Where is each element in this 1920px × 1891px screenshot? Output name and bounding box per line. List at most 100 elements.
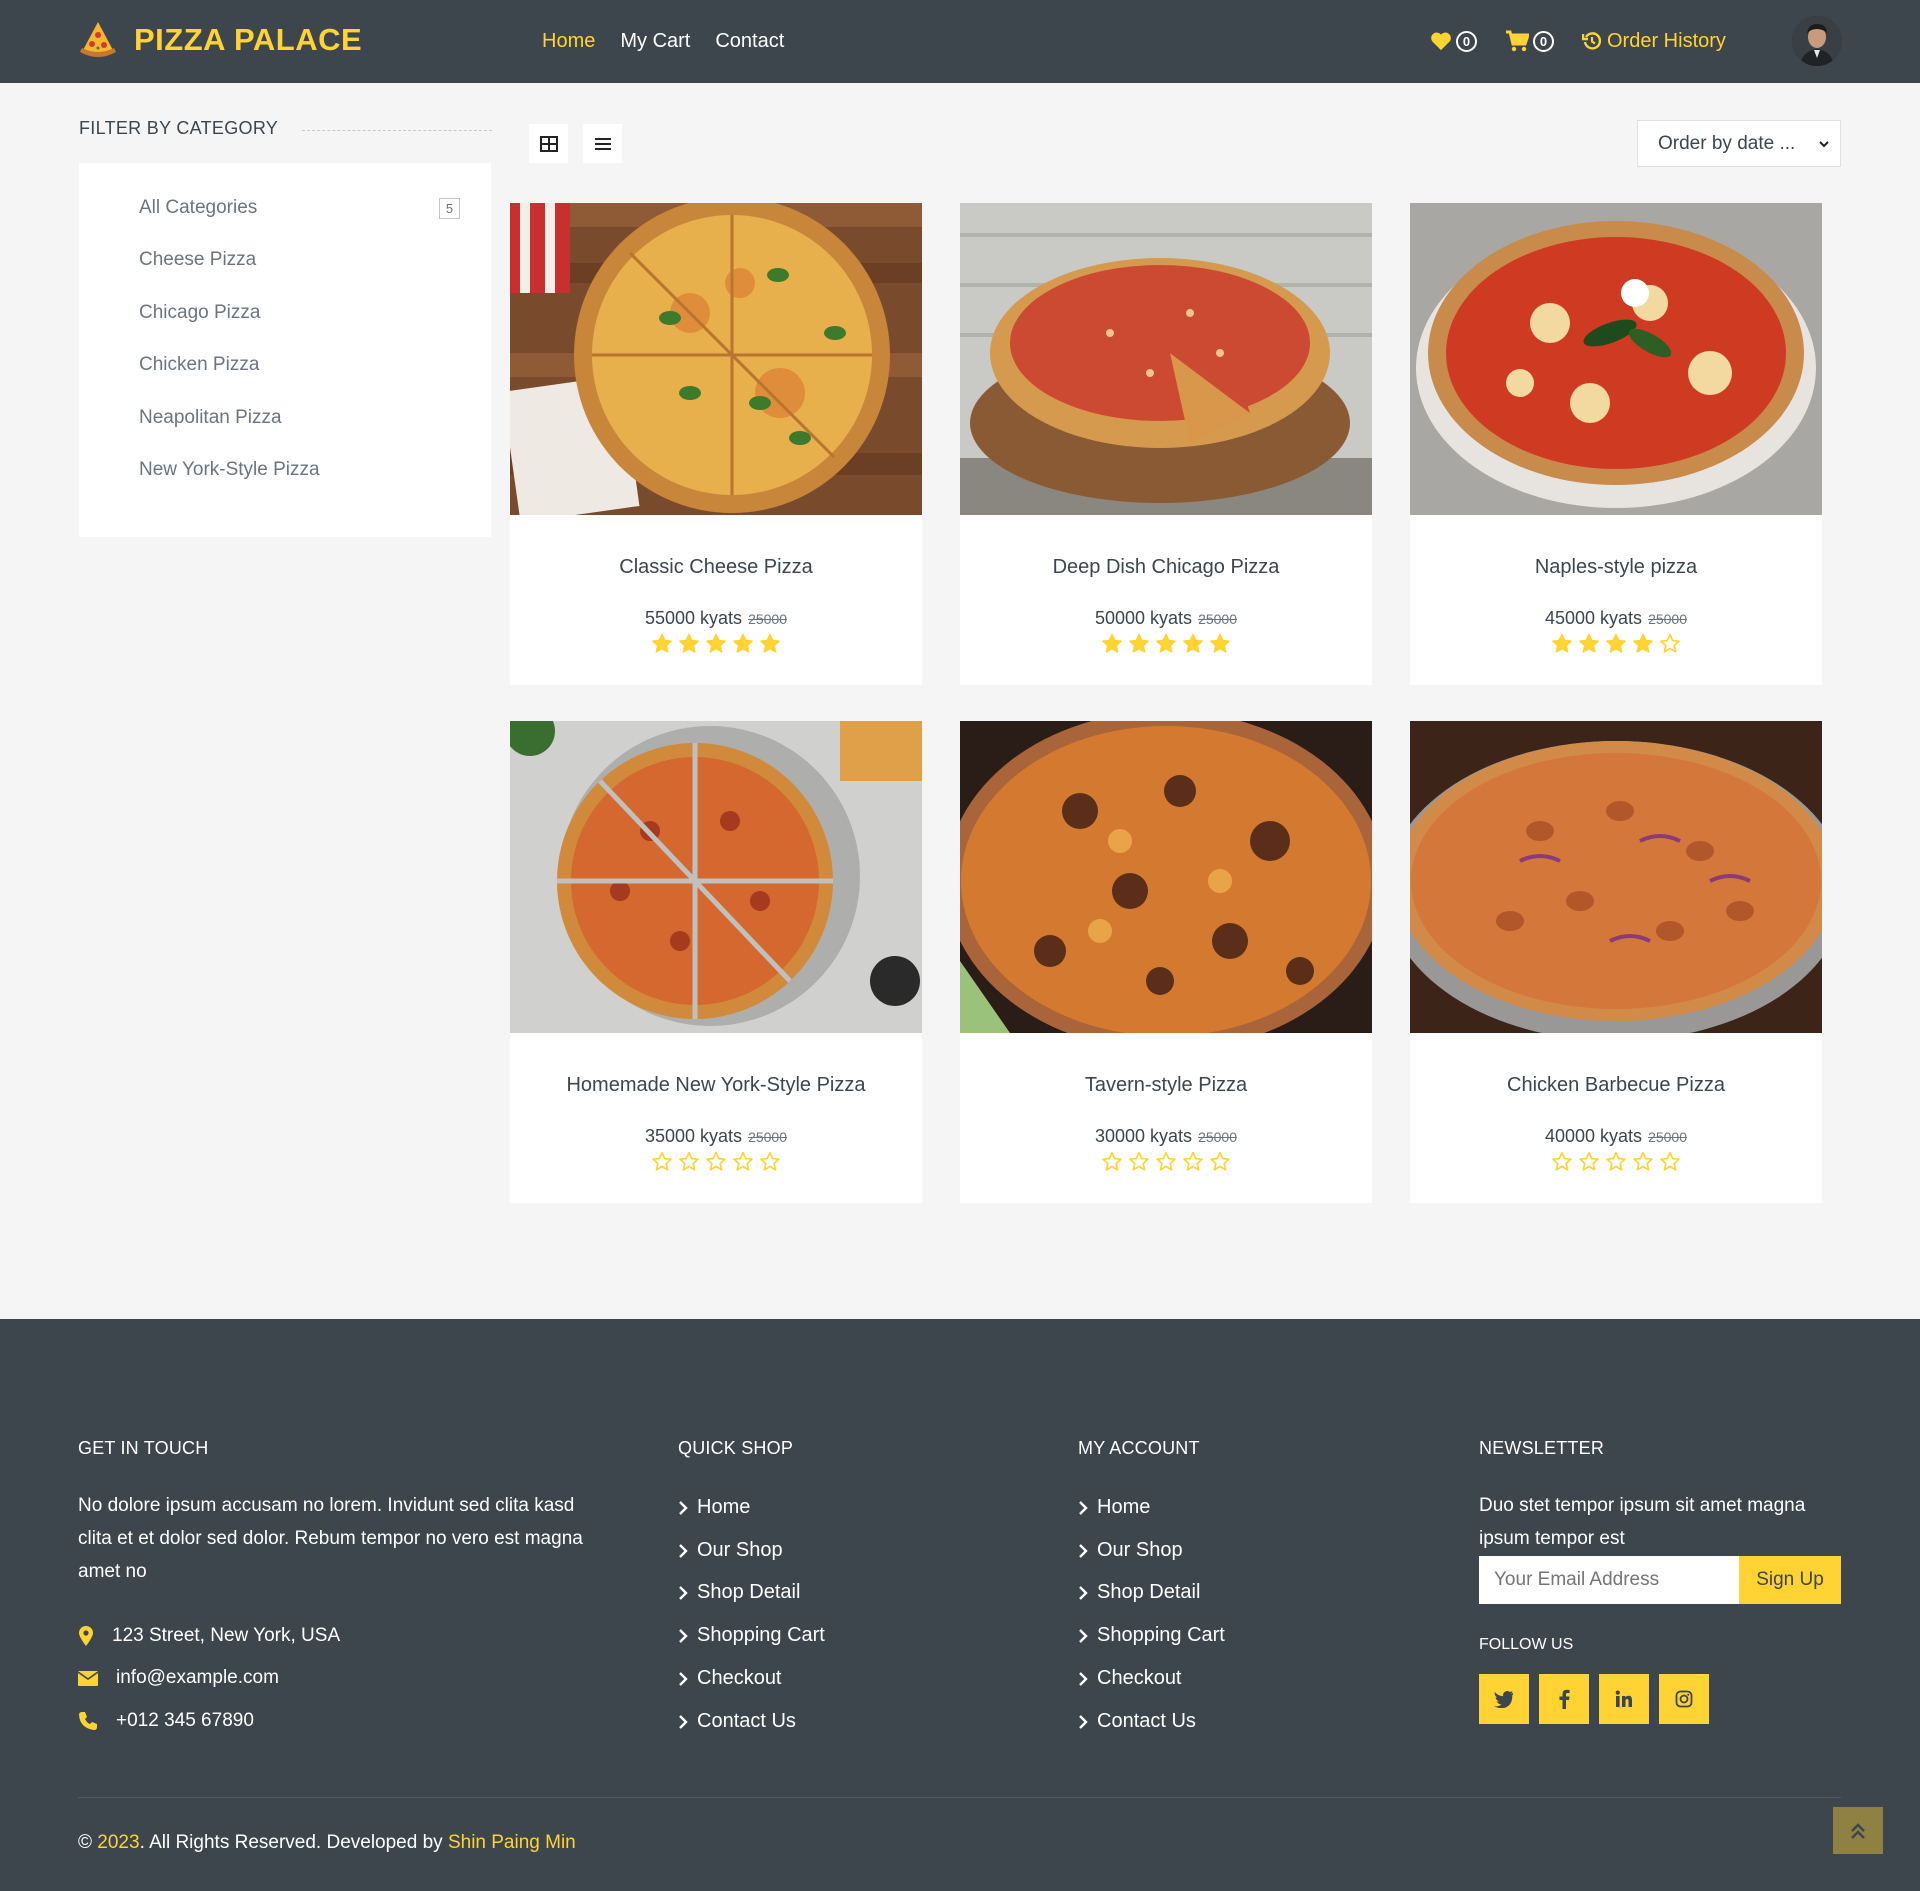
my-account-link-shop-detail[interactable]: Shop Detail xyxy=(1078,1581,1200,1604)
cart-button[interactable]: 0 xyxy=(1505,30,1554,52)
nav-contact[interactable]: Contact xyxy=(715,26,784,56)
product-name[interactable]: Classic Cheese Pizza xyxy=(510,556,922,579)
chevron-right-icon xyxy=(1079,1714,1088,1729)
list-icon xyxy=(594,137,611,150)
filter-title: Filter by category xyxy=(79,118,279,138)
quick-shop-link-home[interactable]: Home xyxy=(678,1496,750,1519)
footer-divider xyxy=(78,1797,1841,1798)
quick-shop-link-checkout[interactable]: Checkout xyxy=(678,1667,782,1690)
product-name[interactable]: Deep Dish Chicago Pizza xyxy=(960,556,1372,579)
grid-view-button[interactable] xyxy=(529,124,568,163)
cart-count: 0 xyxy=(1533,30,1554,52)
product-card[interactable]: Chicken Barbecue Pizza 40000 kyats 25000 xyxy=(1410,721,1822,1203)
price-old: 25000 xyxy=(1198,1129,1237,1145)
price-current: 55000 kyats xyxy=(644,608,743,628)
star-outline-icon xyxy=(1660,633,1680,653)
copyright-year[interactable]: 2023 xyxy=(97,1832,139,1853)
product-card[interactable]: Tavern-style Pizza 30000 kyats 25000 xyxy=(960,721,1372,1203)
brand[interactable]: PIZZA PALACE xyxy=(78,18,362,62)
product-card[interactable]: Homemade New York-Style Pizza 35000 kyat… xyxy=(510,721,922,1203)
twitter-button[interactable] xyxy=(1479,1674,1529,1724)
product-card[interactable]: Deep Dish Chicago Pizza 50000 kyats 25000 xyxy=(960,203,1372,685)
product-name[interactable]: Homemade New York-Style Pizza xyxy=(510,1074,922,1097)
category-all[interactable]: All Categories xyxy=(139,197,257,219)
contact-phone-text: +012 345 67890 xyxy=(116,1710,254,1731)
instagram-icon xyxy=(1675,1690,1693,1708)
quick-shop-label-our-shop: Our Shop xyxy=(697,1539,783,1561)
my-account-link-contact-us[interactable]: Contact Us xyxy=(1078,1710,1196,1733)
category-chicago-pizza[interactable]: Chicago Pizza xyxy=(139,302,260,324)
quick-shop-label-home: Home xyxy=(697,1496,751,1518)
product-price: 30000 kyats 25000 xyxy=(960,1126,1372,1147)
category-new-york-style-pizza[interactable]: New York-Style Pizza xyxy=(139,459,320,481)
footer-newsletter-title: Newsletter xyxy=(1479,1438,1605,1458)
star-outline-icon xyxy=(706,1151,726,1171)
star-outline-icon xyxy=(1552,1151,1572,1171)
chevron-right-icon xyxy=(1079,1628,1088,1643)
wishlist-button[interactable]: 0 xyxy=(1430,30,1477,52)
order-history-link[interactable]: Order History xyxy=(1582,30,1726,53)
footer-get-in-touch-title: Get In Touch xyxy=(78,1438,209,1458)
my-account-link-home[interactable]: Home xyxy=(1078,1496,1150,1519)
facebook-button[interactable] xyxy=(1539,1674,1589,1724)
linkedin-button[interactable] xyxy=(1599,1674,1649,1724)
product-price: 35000 kyats 25000 xyxy=(510,1126,922,1147)
map-marker-icon xyxy=(79,1626,93,1646)
product-name[interactable]: Tavern-style Pizza xyxy=(960,1074,1372,1097)
category-list: All Categories 5 Cheese Pizza Chicago Pi… xyxy=(79,163,491,537)
product-card[interactable]: Classic Cheese Pizza 55000 kyats 25000 xyxy=(510,203,922,685)
quick-shop-link-shop-detail[interactable]: Shop Detail xyxy=(678,1581,800,1604)
product-card[interactable]: Naples-style pizza 45000 kyats 25000 xyxy=(1410,203,1822,685)
star-outline-icon xyxy=(733,1151,753,1171)
product-name[interactable]: Chicken Barbecue Pizza xyxy=(1410,1074,1822,1097)
my-account-label-checkout: Checkout xyxy=(1097,1667,1182,1689)
star-filled-icon xyxy=(652,633,672,653)
contact-phone: +012 345 67890 xyxy=(78,1710,254,1732)
nav-my-cart[interactable]: My Cart xyxy=(620,26,690,56)
star-filled-icon xyxy=(1129,633,1149,653)
facebook-icon xyxy=(1559,1689,1570,1709)
quick-shop-link-shopping-cart[interactable]: Shopping Cart xyxy=(678,1624,825,1647)
category-neapolitan-pizza[interactable]: Neapolitan Pizza xyxy=(139,407,282,429)
nav-home[interactable]: Home xyxy=(542,26,595,56)
quick-shop-link-our-shop[interactable]: Our Shop xyxy=(678,1539,783,1562)
top-navbar: PIZZA PALACE Home My Cart Contact 0 0 Or… xyxy=(0,0,1920,83)
star-filled-icon xyxy=(706,633,726,653)
quick-shop-link-contact-us[interactable]: Contact Us xyxy=(678,1710,796,1733)
user-avatar[interactable] xyxy=(1792,16,1842,66)
order-by-select[interactable]: Order by date ... xyxy=(1637,120,1841,167)
chevron-down-icon xyxy=(1819,141,1829,148)
price-old: 25000 xyxy=(748,611,787,627)
contact-email: info@example.com xyxy=(78,1667,279,1689)
my-account-label-home: Home xyxy=(1097,1496,1151,1518)
order-by-value: Order by date ... xyxy=(1658,132,1796,154)
product-price: 50000 kyats 25000 xyxy=(960,608,1372,629)
instagram-button[interactable] xyxy=(1659,1674,1709,1724)
product-name[interactable]: Naples-style pizza xyxy=(1410,556,1822,579)
my-account-link-our-shop[interactable]: Our Shop xyxy=(1078,1539,1183,1562)
my-account-label-shop-detail: Shop Detail xyxy=(1097,1581,1201,1603)
star-outline-icon xyxy=(1183,1151,1203,1171)
star-outline-icon xyxy=(1210,1151,1230,1171)
heart-icon xyxy=(1431,32,1451,51)
quick-shop-label-checkout: Checkout xyxy=(697,1667,782,1689)
category-chicken-pizza[interactable]: Chicken Pizza xyxy=(139,354,259,376)
my-account-link-shopping-cart[interactable]: Shopping Cart xyxy=(1078,1624,1225,1647)
star-filled-icon xyxy=(679,633,699,653)
footer-get-in-touch-text: No dolore ipsum accusam no lorem. Invidu… xyxy=(78,1495,583,1582)
back-to-top-button[interactable] xyxy=(1833,1807,1883,1854)
category-cheese-pizza[interactable]: Cheese Pizza xyxy=(139,249,256,271)
quick-shop-label-shop-detail: Shop Detail xyxy=(697,1581,801,1603)
newsletter-email-input[interactable] xyxy=(1479,1556,1739,1604)
my-account-link-checkout[interactable]: Checkout xyxy=(1078,1667,1182,1690)
cart-icon xyxy=(1506,30,1529,52)
list-view-button[interactable] xyxy=(583,124,622,163)
contact-address-text: 123 Street, New York, USA xyxy=(112,1625,341,1646)
star-filled-icon xyxy=(733,633,753,653)
product-rating xyxy=(960,1151,1372,1173)
newsletter-signup-button[interactable]: Sign Up xyxy=(1739,1556,1841,1604)
developer-link[interactable]: Shin Paing Min xyxy=(448,1832,576,1853)
product-rating xyxy=(510,633,922,655)
footer: Get In Touch No dolore ipsum accusam no … xyxy=(0,1319,1920,1891)
product-image xyxy=(960,203,1372,515)
